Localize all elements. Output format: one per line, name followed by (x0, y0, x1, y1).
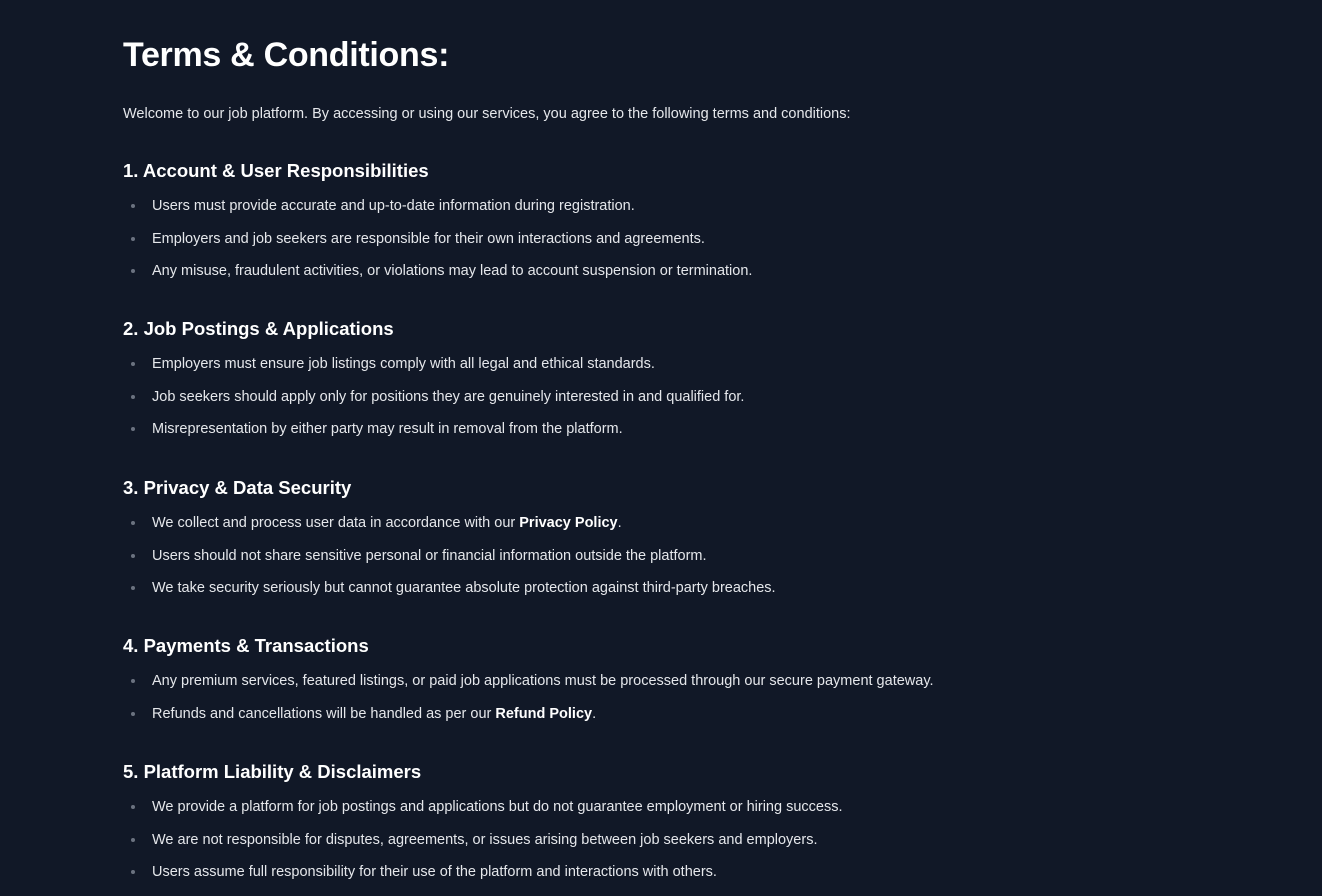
page-title: Terms & Conditions: (123, 36, 450, 74)
section-list: We collect and process user data in acco… (123, 514, 776, 612)
intro-paragraph: Welcome to our job platform. By accessin… (123, 106, 851, 122)
list-item: Any misuse, fraudulent activities, or vi… (123, 262, 752, 295)
list-item: Employers and job seekers are responsibl… (123, 230, 752, 263)
bullet-icon (131, 269, 135, 273)
bullet-icon (131, 427, 135, 431)
section-list: We provide a platform for job postings a… (123, 798, 843, 896)
list-item: Refunds and cancellations will be handle… (123, 705, 934, 738)
bullet-icon (131, 837, 135, 842)
bullet-icon (131, 711, 135, 716)
list-item: Job seekers should apply only for positi… (123, 388, 744, 421)
list-item: Users assume full responsibility for the… (123, 863, 843, 896)
section-privacy-security: 3. Privacy & Data Security We collect an… (123, 476, 776, 612)
section-heading: 5. Platform Liability & Disclaimers (123, 761, 422, 782)
bullet-icon (131, 805, 135, 809)
bullet-icon (131, 870, 135, 874)
section-heading: 3. Privacy & Data Security (123, 477, 352, 498)
bullet-icon (131, 679, 135, 683)
bullet-icon (131, 553, 135, 558)
bullet-icon (131, 394, 135, 399)
list-item: We are not responsible for disputes, agr… (123, 831, 843, 864)
section-heading: 4. Payments & Transactions (123, 635, 369, 656)
section-account-responsibilities: 1. Account & User Responsibilities Users… (123, 159, 752, 295)
list-item: We provide a platform for job postings a… (123, 798, 843, 831)
section-liability: 5. Platform Liability & Disclaimers We p… (123, 760, 843, 896)
refund-policy-link[interactable]: Refund Policy (495, 706, 592, 722)
list-item: Any premium services, featured listings,… (123, 672, 934, 705)
bullet-icon (131, 362, 135, 366)
bullet-icon (131, 236, 135, 241)
list-item: We take security seriously but cannot gu… (123, 579, 776, 612)
section-heading: 1. Account & User Responsibilities (123, 160, 429, 181)
list-item: Misrepresentation by either party may re… (123, 420, 744, 453)
section-job-postings: 2. Job Postings & Applications Employers… (123, 317, 744, 453)
list-item: Employers must ensure job listings compl… (123, 355, 744, 388)
bullet-icon (131, 204, 135, 208)
section-list: Employers must ensure job listings compl… (123, 355, 744, 453)
section-payments: 4. Payments & Transactions Any premium s… (123, 634, 934, 737)
bullet-icon (131, 521, 135, 525)
list-item: We collect and process user data in acco… (123, 514, 776, 547)
list-item: Users must provide accurate and up-to-da… (123, 197, 752, 230)
list-item: Users should not share sensitive persona… (123, 547, 776, 580)
privacy-policy-link[interactable]: Privacy Policy (519, 515, 617, 531)
section-list: Any premium services, featured listings,… (123, 672, 934, 737)
section-list: Users must provide accurate and up-to-da… (123, 197, 752, 295)
section-heading: 2. Job Postings & Applications (123, 318, 394, 339)
bullet-icon (131, 586, 135, 590)
